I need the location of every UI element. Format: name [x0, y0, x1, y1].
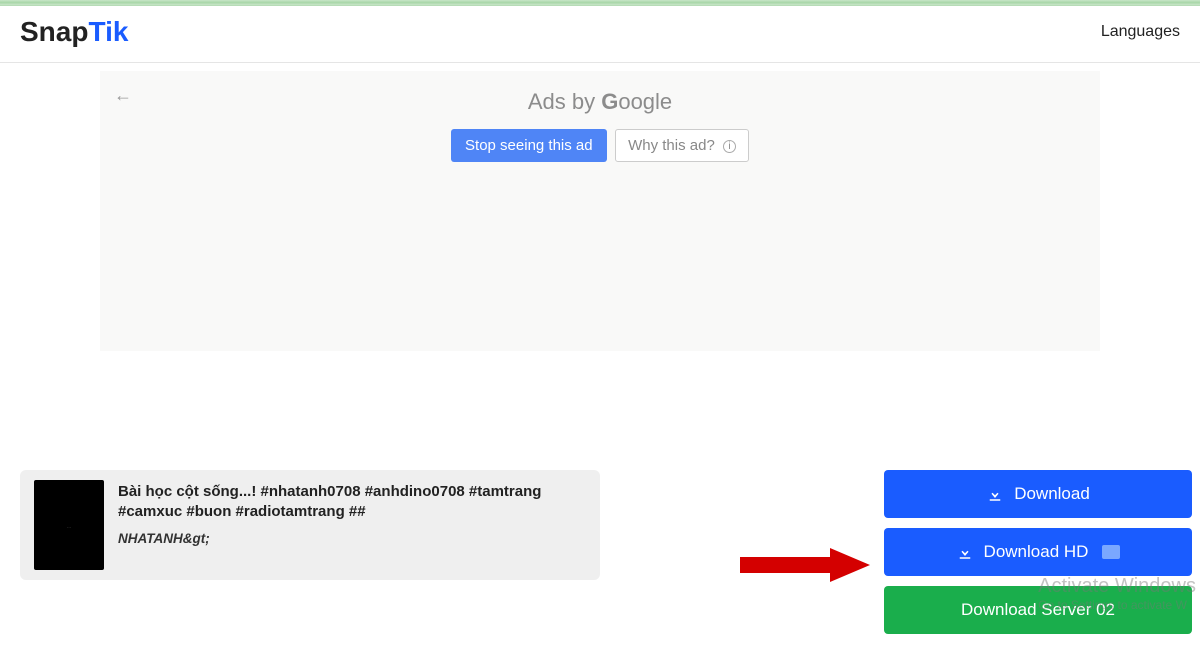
download-column: Download Download HD Download Server 02: [884, 470, 1192, 634]
ad-container: ← Ads by Google Stop seeing this ad Why …: [100, 71, 1100, 351]
ads-by-prefix: Ads by: [528, 89, 601, 114]
logo[interactable]: SnapTik: [20, 16, 128, 48]
stop-seeing-ad-button[interactable]: Stop seeing this ad: [451, 129, 607, 162]
download-label: Download: [1014, 484, 1090, 504]
info-icon: i: [723, 140, 736, 153]
download-server02-button[interactable]: Download Server 02: [884, 586, 1192, 634]
hd-badge-icon: [1102, 545, 1120, 559]
download-hd-button[interactable]: Download HD: [884, 528, 1192, 576]
why-this-ad-button[interactable]: Why this ad? i: [615, 129, 749, 162]
back-arrow-icon[interactable]: ←: [114, 85, 132, 106]
red-arrow-annotation: [740, 548, 870, 582]
video-thumbnail[interactable]: ..: [34, 480, 104, 570]
video-meta: Bài học cột sống...! #nhatanh0708 #anhdi…: [118, 480, 586, 570]
download-hd-label: Download HD: [984, 542, 1089, 562]
logo-part-tik: Tik: [88, 16, 128, 47]
download-button[interactable]: Download: [884, 470, 1192, 518]
google-rest: oogle: [618, 89, 672, 114]
logo-part-snap: Snap: [20, 16, 88, 47]
video-title: Bài học cột sống...! #nhatanh0708 #anhdi…: [118, 482, 586, 523]
results-area: .. Bài học cột sống...! #nhatanh0708 #an…: [0, 470, 1200, 580]
google-g: G: [601, 89, 618, 114]
why-this-ad-label: Why this ad?: [628, 137, 715, 154]
download-icon: [986, 485, 1004, 503]
video-author: NHATANH&gt;: [118, 531, 586, 546]
ad-buttons-row: Stop seeing this ad Why this ad? i: [100, 129, 1100, 162]
ads-by-label: Ads by Google: [100, 89, 1100, 115]
google-logo-text: Google: [601, 89, 672, 114]
languages-link[interactable]: Languages: [1101, 23, 1180, 41]
download-icon: [956, 543, 974, 561]
download-server02-label: Download Server 02: [961, 600, 1115, 620]
header: SnapTik Languages: [0, 6, 1200, 63]
video-card: .. Bài học cột sống...! #nhatanh0708 #an…: [20, 470, 600, 580]
